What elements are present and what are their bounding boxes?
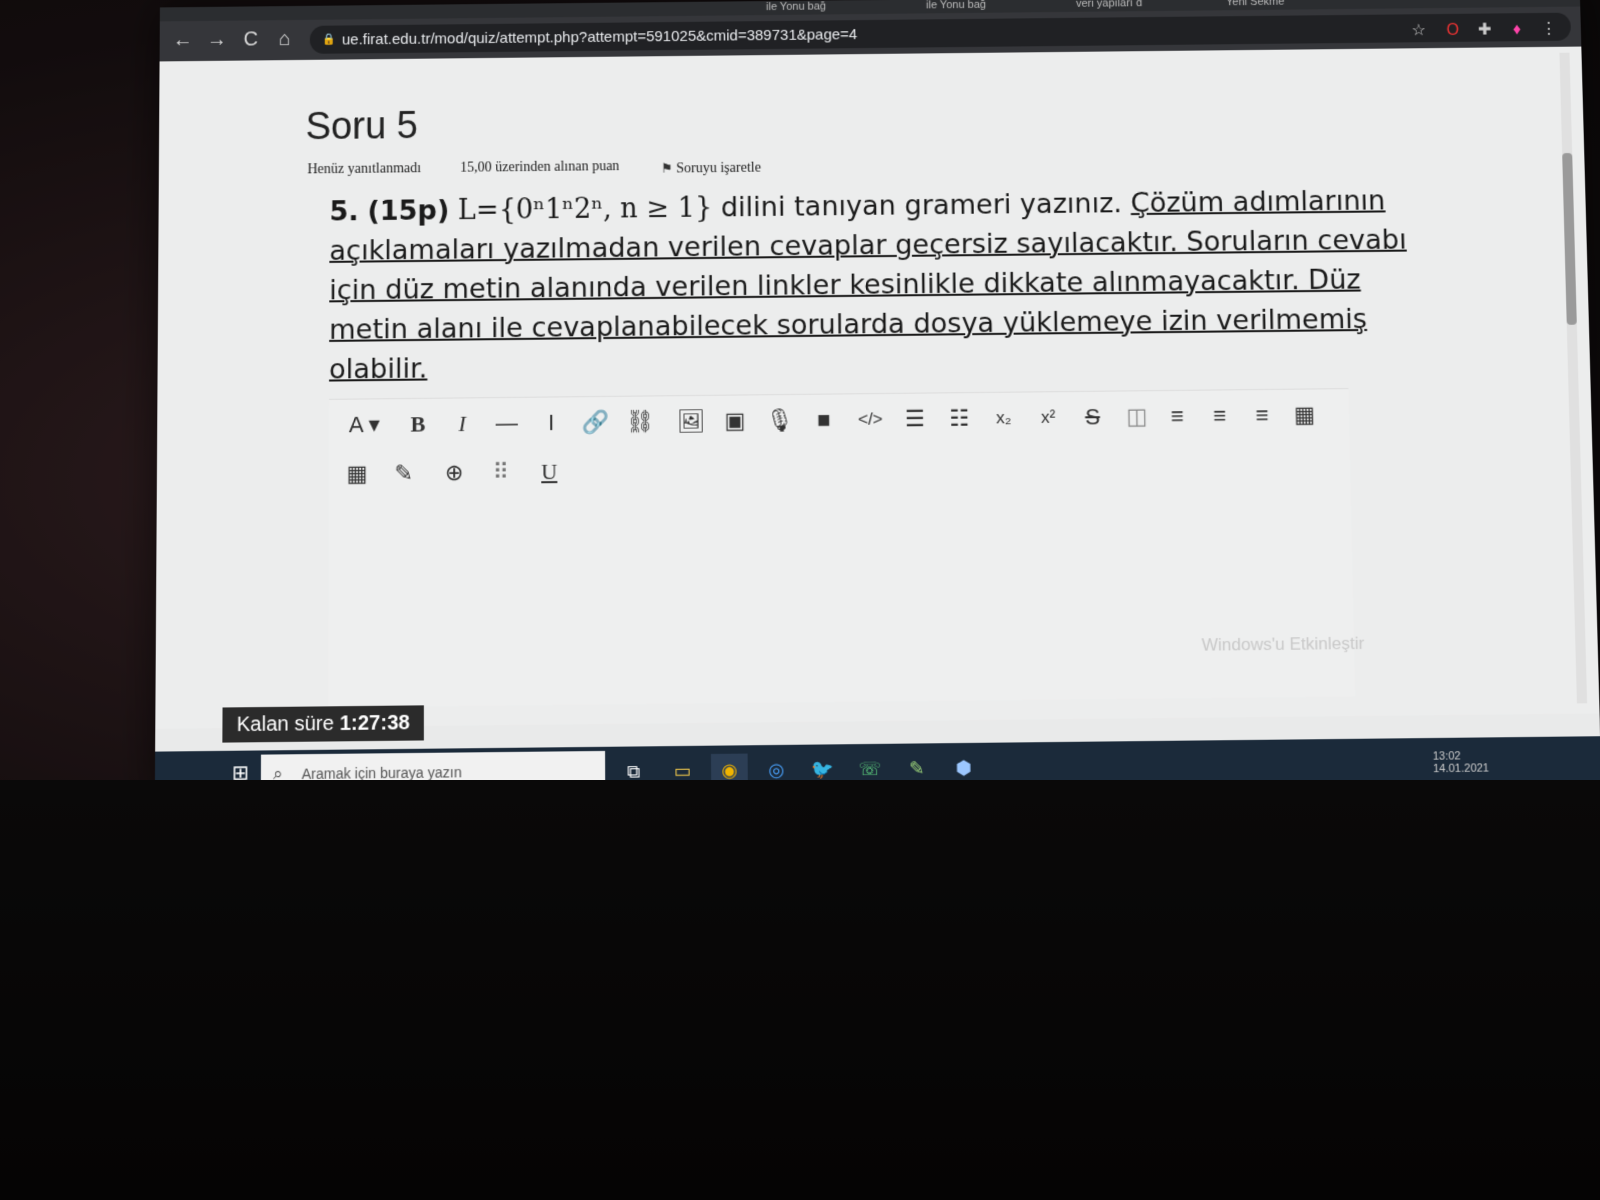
italic-icon[interactable]: I <box>444 408 480 439</box>
extensions-puzzle-icon[interactable]: ✚ <box>1475 20 1496 40</box>
question-title: Soru 5 <box>305 104 418 149</box>
code-icon[interactable]: </> <box>852 404 889 435</box>
flag-icon: ⚑ <box>660 160 673 176</box>
reload-icon[interactable]: C <box>238 26 264 52</box>
media-icon[interactable]: ▣ <box>717 406 754 437</box>
question-points: 15,00 üzerinden alınan puan <box>460 159 620 176</box>
question-text: 5. (15p) L={0ⁿ1ⁿ2ⁿ, n ≥ 1} dilini tanıya… <box>329 181 1419 390</box>
answer-editor[interactable]: A ▾ B I — I 🔗 ⛓ 🖼 ▣ 🎙 ■ </> ☰ ☷ x₂ x² S … <box>328 388 1356 708</box>
laptop-screen: ile Yonu bağ ile Yonu bağ veri yapıları … <box>154 0 1600 802</box>
calculator-icon[interactable]: ▦ <box>339 458 375 489</box>
subscript-icon[interactable]: x₂ <box>985 403 1022 434</box>
video-camera-icon[interactable]: ■ <box>806 405 843 436</box>
link-icon[interactable]: 🔗 <box>577 407 613 438</box>
time-remaining: Kalan süre 1:27:38 <box>222 705 425 743</box>
columns-icon[interactable]: ◫ <box>1119 401 1156 432</box>
unlink-icon[interactable]: ⛓ <box>622 407 659 438</box>
flag-question-link[interactable]: ⚑ Soruyu işaretle <box>661 160 761 178</box>
microphone-icon[interactable]: 🎙 <box>761 405 798 436</box>
question-points-tag: (15p) <box>367 195 450 228</box>
lock-icon: 🔒 <box>321 33 336 46</box>
font-menu-icon[interactable]: A ▾ <box>339 409 390 440</box>
profile-icon[interactable]: ♦ <box>1507 20 1528 40</box>
question-status: Henüz yanıtlanmadı <box>307 161 422 178</box>
align-right-icon[interactable]: ≡ <box>1244 400 1281 431</box>
image-icon[interactable]: 🖼 <box>672 406 709 437</box>
screenreader-icon[interactable]: ⠿ <box>483 457 519 488</box>
align-left-icon[interactable]: ≡ <box>1159 401 1196 432</box>
url-text[interactable]: ue.firat.edu.tr/mod/quiz/attempt.php?att… <box>342 26 858 48</box>
underline-icon[interactable]: U <box>531 456 567 487</box>
system-tray-clock[interactable]: 13:02 14.01.2021 <box>1433 750 1490 775</box>
text-cursor-icon[interactable]: I <box>533 408 569 439</box>
question-number: 5. <box>329 195 359 228</box>
browser-menu-icon[interactable]: ⋮ <box>1539 20 1560 40</box>
back-icon[interactable]: ← <box>170 27 196 53</box>
strikethrough-icon[interactable]: S <box>1074 402 1111 433</box>
tray-time: 13:02 <box>1432 750 1461 763</box>
flag-label[interactable]: Soruyu işaretle <box>676 161 761 177</box>
windows-activation-watermark: Windows'u Etkinleştir <box>1201 633 1365 655</box>
laptop-keyboard-area <box>0 780 1600 1200</box>
timer-value: 1:27:38 <box>339 711 410 736</box>
table-icon[interactable]: ▦ <box>1286 400 1323 431</box>
tab-1[interactable]: ile Yonu bağ <box>760 0 896 15</box>
horizontal-rule-icon[interactable]: — <box>489 408 525 439</box>
question-instruction: dilini tanıyan grameri yazınız. <box>720 187 1123 224</box>
tray-date: 14.01.2021 <box>1432 762 1490 776</box>
numbered-list-icon[interactable]: ☷ <box>941 403 978 434</box>
question-formula: L={0ⁿ1ⁿ2ⁿ, n ≥ 1} <box>457 192 713 227</box>
home-icon[interactable]: ⌂ <box>272 26 298 52</box>
align-center-icon[interactable]: ≡ <box>1201 400 1238 431</box>
forward-icon[interactable]: → <box>204 27 230 53</box>
accessibility-icon[interactable]: ⊕ <box>436 457 472 488</box>
timer-label: Kalan süre <box>236 712 334 737</box>
bookmark-star-icon[interactable]: ☆ <box>1409 21 1429 41</box>
bold-icon[interactable]: B <box>400 409 436 440</box>
superscript-icon[interactable]: x² <box>1030 402 1067 433</box>
edit-icon[interactable]: ✎ <box>385 458 421 489</box>
bullet-list-icon[interactable]: ☰ <box>896 404 933 435</box>
opera-extension-icon[interactable]: O <box>1443 21 1463 41</box>
